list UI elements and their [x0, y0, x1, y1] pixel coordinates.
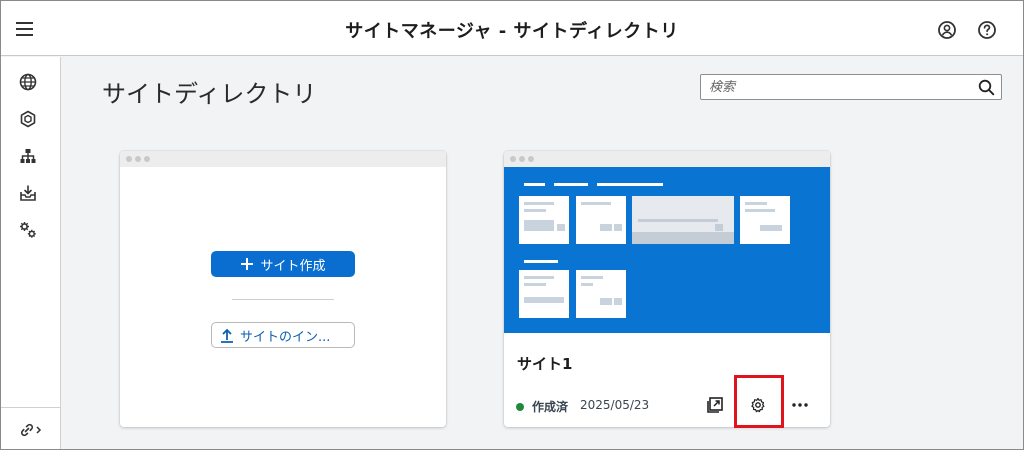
upload-icon — [221, 328, 233, 343]
search-box — [700, 74, 1002, 100]
gear-icon[interactable] — [749, 396, 767, 414]
search-icon[interactable] — [978, 79, 995, 96]
site-name[interactable]: サイト1 — [517, 353, 572, 374]
status-indicator — [516, 403, 524, 411]
top-bar: サイトマネージャ - サイトディレクトリ — [1, 1, 1023, 56]
rail-divider — [1, 407, 60, 408]
browser-chrome — [504, 151, 830, 167]
import-site-button[interactable]: サイトのイン... — [211, 322, 355, 348]
app-window: サイトマネージャ - サイトディレクトリ サイトディレクトリ 検索 サイト作成 … — [0, 0, 1024, 450]
status-text: 作成済 — [532, 400, 569, 414]
globe-icon[interactable] — [18, 72, 38, 92]
user-profile-icon[interactable] — [937, 20, 957, 40]
left-navigation-rail — [1, 57, 61, 449]
hierarchy-icon[interactable] — [18, 146, 38, 166]
divider — [232, 299, 334, 300]
more-options-icon[interactable] — [791, 396, 809, 414]
create-site-button[interactable]: サイト作成 — [211, 251, 355, 277]
browser-chrome — [120, 151, 446, 167]
import-site-label: サイトのイン... — [240, 329, 331, 345]
status-date: 2025/05/23 — [580, 398, 650, 412]
link-expand-icon[interactable] — [17, 420, 45, 440]
plus-icon — [241, 258, 254, 270]
search-input[interactable] — [709, 78, 969, 96]
settings-gears-icon[interactable] — [18, 220, 38, 240]
cube-icon[interactable] — [18, 109, 38, 129]
help-icon[interactable] — [977, 20, 997, 40]
open-external-icon[interactable] — [706, 396, 724, 414]
create-site-label: サイト作成 — [260, 258, 326, 274]
site-thumbnail[interactable] — [504, 167, 830, 333]
create-site-card: サイト作成 サイトのイン... — [120, 151, 446, 427]
page-title: サイトディレクトリ — [102, 80, 317, 108]
app-title: サイトマネージャ - サイトディレクトリ — [345, 21, 679, 42]
site-card[interactable]: サイト1 作成済 2025/05/23 — [504, 151, 830, 427]
inbox-download-icon[interactable] — [18, 183, 38, 203]
